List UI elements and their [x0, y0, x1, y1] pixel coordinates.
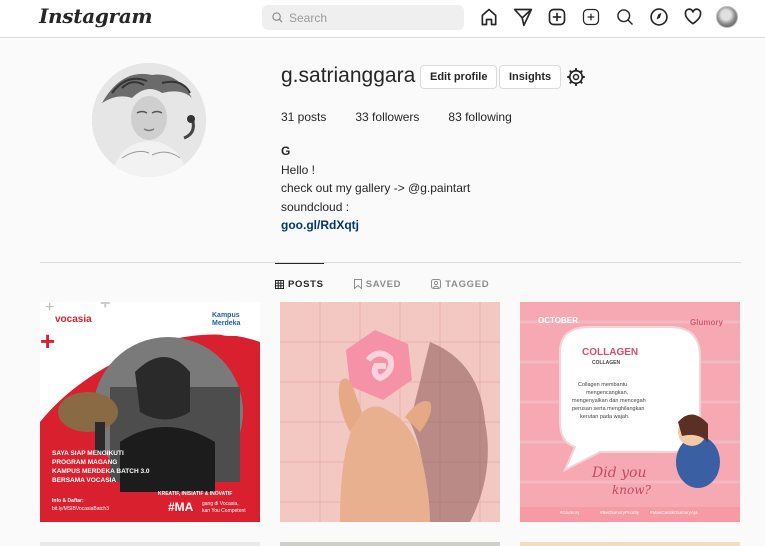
followers-count[interactable]: 33 followers	[355, 110, 419, 124]
post-brand: Glumory	[690, 318, 723, 327]
bookmark-icon	[353, 279, 362, 289]
top-navigation-bar: Instagram	[0, 0, 765, 38]
post-footer-tag: #BeGlumoryPriority	[600, 510, 640, 515]
post-thumbnail[interactable]: OCTOBER Glumory COLLAGEN COLLAGEN Collag…	[520, 302, 740, 522]
post-body: kerutan pada wajah.	[580, 414, 630, 420]
post-info: Info & Daftar:	[52, 498, 84, 504]
post-script-text: Did you	[592, 465, 647, 481]
post-subtitle: COLLAGEN	[592, 360, 621, 366]
badge-label: Kampus	[212, 312, 240, 319]
profile-picture[interactable]	[92, 63, 206, 177]
post-body: mengencangkan,	[586, 390, 629, 396]
post-thumbnail-peek[interactable]	[40, 542, 260, 546]
profile-bio: G Hello ! check out my gallery -> @g.pai…	[281, 142, 470, 235]
post-brand: vocasia	[55, 314, 92, 325]
following-count[interactable]: 83 following	[448, 110, 511, 124]
post-thumbnail[interactable]	[280, 302, 500, 522]
post-hashtag-sub: gang di Vocasia,	[202, 501, 239, 507]
explore-compass-icon[interactable]	[648, 6, 670, 28]
search-icon	[272, 12, 283, 23]
profile-avatar[interactable]	[716, 6, 738, 28]
insights-button[interactable]: Insights	[499, 65, 562, 89]
post-footer-tag: #MauCantikGlumoryAja	[650, 510, 698, 515]
tab-label: SAVED	[365, 278, 402, 290]
tab-label: POSTS	[288, 279, 324, 290]
tab-saved[interactable]: SAVED	[353, 263, 402, 301]
post-script-text: know?	[612, 483, 651, 497]
svg-text:+: +	[40, 326, 55, 356]
search-input[interactable]	[289, 10, 449, 25]
post-thumbnail-peek[interactable]	[280, 542, 500, 546]
post-title: COLLAGEN	[582, 347, 639, 358]
profile-tabs: POSTS SAVED TAGGED	[275, 263, 519, 301]
post-caption: BERSAMA VOCASIA	[52, 477, 117, 484]
post-tagline: KREATIF, INISIATIF & INOVATIF	[158, 491, 233, 497]
svg-text:+: +	[45, 302, 54, 316]
activity-heart-icon[interactable]	[682, 6, 704, 28]
post-thumbnail[interactable]: + + + vocasia Kampus Merdeka SAYA SIAP M…	[40, 302, 260, 522]
posts-count: 31 posts	[281, 110, 327, 124]
profile-stats: 31 posts 33 followers 83 following	[281, 110, 541, 124]
grid-icon	[275, 280, 284, 289]
new-post-icon[interactable]	[546, 6, 568, 28]
add-icon[interactable]	[580, 6, 602, 28]
tab-tagged[interactable]: TAGGED	[431, 263, 489, 301]
post-caption: SAYA SIAP MENGIKUTI	[52, 450, 124, 457]
post-hashtag-sub: kan You Competent	[202, 508, 246, 514]
svg-text:+: +	[100, 302, 111, 313]
post-corner-label: OCTOBER	[538, 316, 578, 325]
explore-search-icon[interactable]	[614, 6, 636, 28]
post-hashtag: #MA	[168, 500, 194, 514]
bio-line: soundcloud :	[281, 199, 350, 214]
instagram-logo[interactable]: Instagram	[39, 4, 153, 28]
kampus-merdeka-badge: Kampus Merdeka	[208, 302, 260, 336]
tag-icon	[431, 279, 442, 289]
badge-label: Merdeka	[212, 320, 241, 327]
bio-line: check out my gallery -> @g.paintart	[281, 181, 471, 195]
bio-name: G	[281, 144, 291, 158]
bio-link[interactable]: goo.gl/RdXqtj	[281, 216, 470, 235]
post-info: bit.ly/MSIBVocasiaBatch3	[52, 506, 109, 512]
search-box[interactable]	[262, 5, 464, 30]
home-icon[interactable]	[478, 6, 500, 28]
post-thumbnail-peek[interactable]	[520, 542, 740, 546]
post-footer-tag: #Glumory	[560, 510, 580, 515]
settings-gear-icon[interactable]	[566, 67, 586, 92]
edit-profile-button[interactable]: Edit profile	[420, 65, 498, 89]
nav-icons	[478, 6, 738, 28]
post-body: mengenyalkan dan mencegah	[572, 398, 646, 404]
post-caption: PROGRAM MAGANG	[52, 459, 118, 466]
bio-line: Hello !	[281, 162, 316, 177]
tab-posts[interactable]: POSTS	[275, 263, 324, 301]
post-caption: KAMPUS MERDEKA BATCH 3.0	[52, 468, 150, 475]
direct-icon[interactable]	[512, 6, 534, 28]
post-body: Collagen membantu	[578, 382, 628, 388]
post-body: perusan serta menghilangkan	[572, 406, 645, 412]
tab-label: TAGGED	[445, 278, 490, 290]
profile-username: g.satrianggara	[281, 64, 416, 87]
